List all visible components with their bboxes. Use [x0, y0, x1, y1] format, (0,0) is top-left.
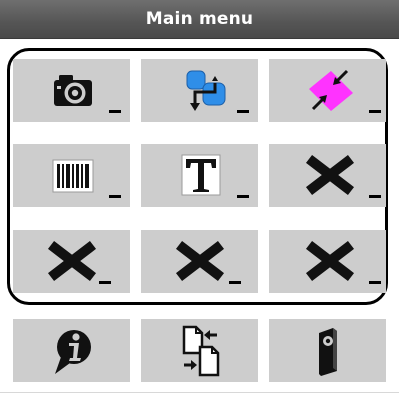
dropdown-caret[interactable] [229, 281, 241, 284]
info-button[interactable] [13, 319, 130, 382]
dropdown-caret[interactable] [369, 195, 381, 198]
bottom-divider [0, 392, 399, 393]
info-bubble-icon [55, 330, 91, 374]
dropdown-caret[interactable] [237, 195, 249, 198]
speaker-device-icon [319, 328, 337, 376]
text-tool-button[interactable] [141, 144, 258, 207]
dropdown-caret[interactable] [109, 110, 121, 113]
dropdown-caret[interactable] [369, 110, 381, 113]
swap-pages-icon [182, 325, 220, 377]
page-title: Main menu [145, 9, 254, 29]
resize-tool-button[interactable] [269, 59, 386, 122]
camera-button[interactable] [13, 59, 130, 122]
dropdown-caret[interactable] [99, 281, 111, 284]
empty-slot-button[interactable] [269, 230, 386, 293]
empty-slot-button[interactable] [13, 230, 130, 293]
device-button[interactable] [269, 319, 386, 382]
dropdown-caret[interactable] [109, 195, 121, 198]
empty-slot-button[interactable] [269, 144, 386, 207]
swap-pages-button[interactable] [141, 319, 258, 382]
empty-slot-button[interactable] [141, 230, 258, 293]
dropdown-caret[interactable] [369, 281, 381, 284]
main-menu-screen: Main menu [0, 0, 399, 412]
empty-slot-x-icon [47, 240, 97, 282]
connector-tool-button[interactable] [141, 59, 258, 122]
barcode-button[interactable] [13, 144, 130, 207]
dropdown-caret[interactable] [237, 110, 249, 113]
title-bar: Main menu [0, 0, 399, 39]
